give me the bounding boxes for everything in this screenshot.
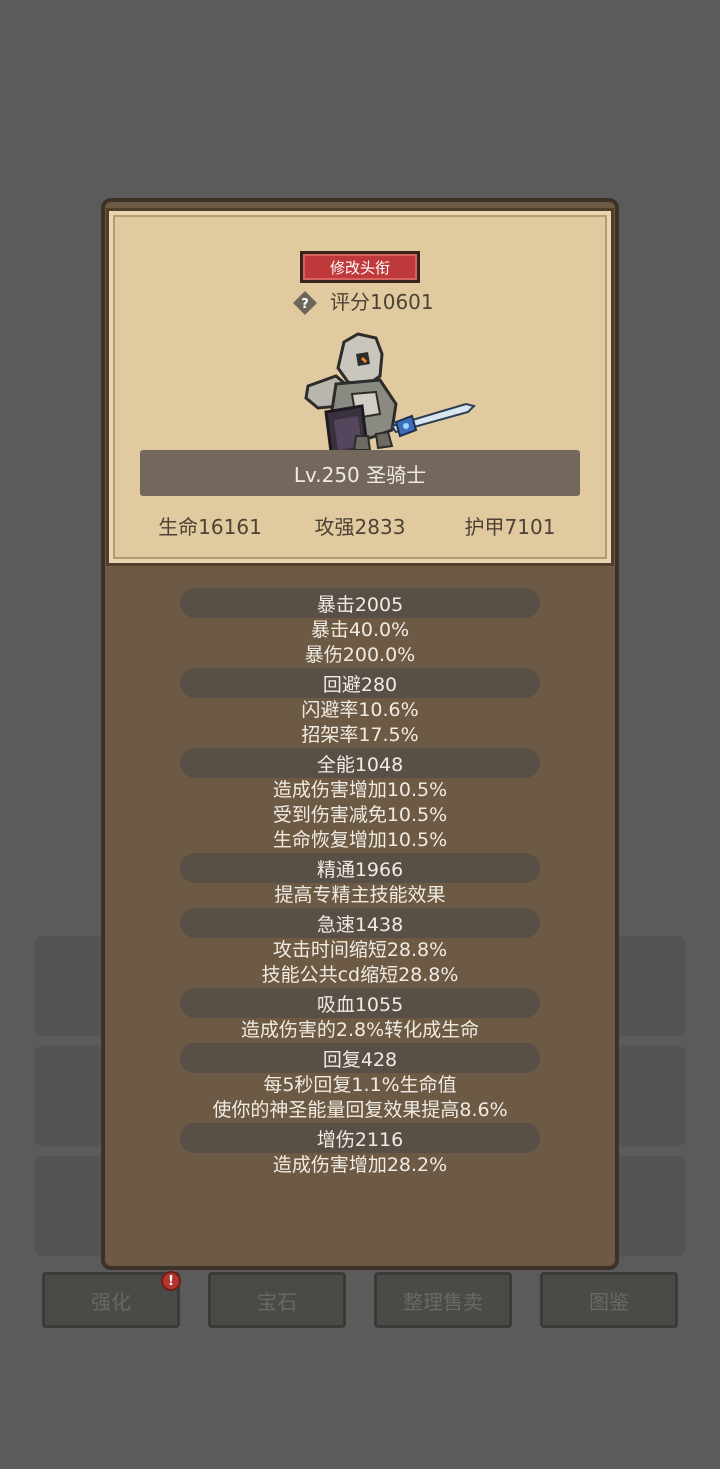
enhance-button[interactable]: 强化 <box>42 1272 180 1328</box>
attribute-detail: 造成伤害的2.8%转化成生命 <box>240 1019 480 1041</box>
help-icon[interactable]: ? <box>292 290 318 316</box>
attribute-detail: 使你的神圣能量回复效果提高8.6% <box>212 1099 508 1121</box>
background-slot <box>34 936 104 1036</box>
attribute-header: 暴击2005 <box>180 588 540 618</box>
attribute-header: 全能1048 <box>180 748 540 778</box>
attribute-list: 暴击2005 暴击40.0% 暴伤200.0% 回避280 闪避率10.6% 招架率17.… <box>101 588 619 1178</box>
armor-stat: 护甲7101 <box>464 515 556 539</box>
background-slot <box>616 1046 686 1146</box>
hp-stat: 生命16161 <box>158 515 262 539</box>
attribute-detail: 暴伤200.0% <box>304 644 416 666</box>
paladin-character-sprite <box>304 332 476 462</box>
attribute-detail: 招架率17.5% <box>301 724 419 746</box>
codex-button[interactable]: 图鉴 <box>540 1272 678 1328</box>
background-slot <box>616 1156 686 1256</box>
hero-name-bar: Lv.250 圣骑士 <box>140 450 580 496</box>
attribute-header: 回复428 <box>180 1043 540 1073</box>
score-label: 评分10601 <box>330 290 434 314</box>
attribute-detail: 造成伤害增加28.2% <box>272 1154 448 1176</box>
attack-stat: 攻强2833 <box>314 515 406 539</box>
attribute-header: 吸血1055 <box>180 988 540 1018</box>
background-slot <box>34 1156 104 1256</box>
attribute-header: 精通1966 <box>180 853 540 883</box>
attribute-detail: 提高专精主技能效果 <box>274 884 446 906</box>
attribute-detail: 每5秒回复1.1%生命值 <box>263 1074 457 1096</box>
change-title-button[interactable]: 修改头衔 <box>300 251 420 283</box>
attribute-detail: 暴击40.0% <box>310 619 410 641</box>
attribute-detail: 技能公共cd缩短28.8% <box>261 964 459 986</box>
background-slot <box>616 936 686 1036</box>
gem-button[interactable]: 宝石 <box>208 1272 346 1328</box>
attribute-detail: 生命恢复增加10.5% <box>272 829 448 851</box>
attribute-detail: 造成伤害增加10.5% <box>272 779 448 801</box>
attribute-detail: 受到伤害减免10.5% <box>272 804 448 826</box>
attribute-header: 增伤2116 <box>180 1123 540 1153</box>
background-slot <box>34 1046 104 1146</box>
attribute-detail: 攻击时间缩短28.8% <box>272 939 448 961</box>
attribute-header: 急速1438 <box>180 908 540 938</box>
attribute-detail: 闪避率10.6% <box>301 699 419 721</box>
sort-sell-button[interactable]: 整理售卖 <box>374 1272 512 1328</box>
svg-text:?: ? <box>301 297 309 312</box>
attribute-header: 回避280 <box>180 668 540 698</box>
notification-badge: ! <box>161 1271 181 1291</box>
